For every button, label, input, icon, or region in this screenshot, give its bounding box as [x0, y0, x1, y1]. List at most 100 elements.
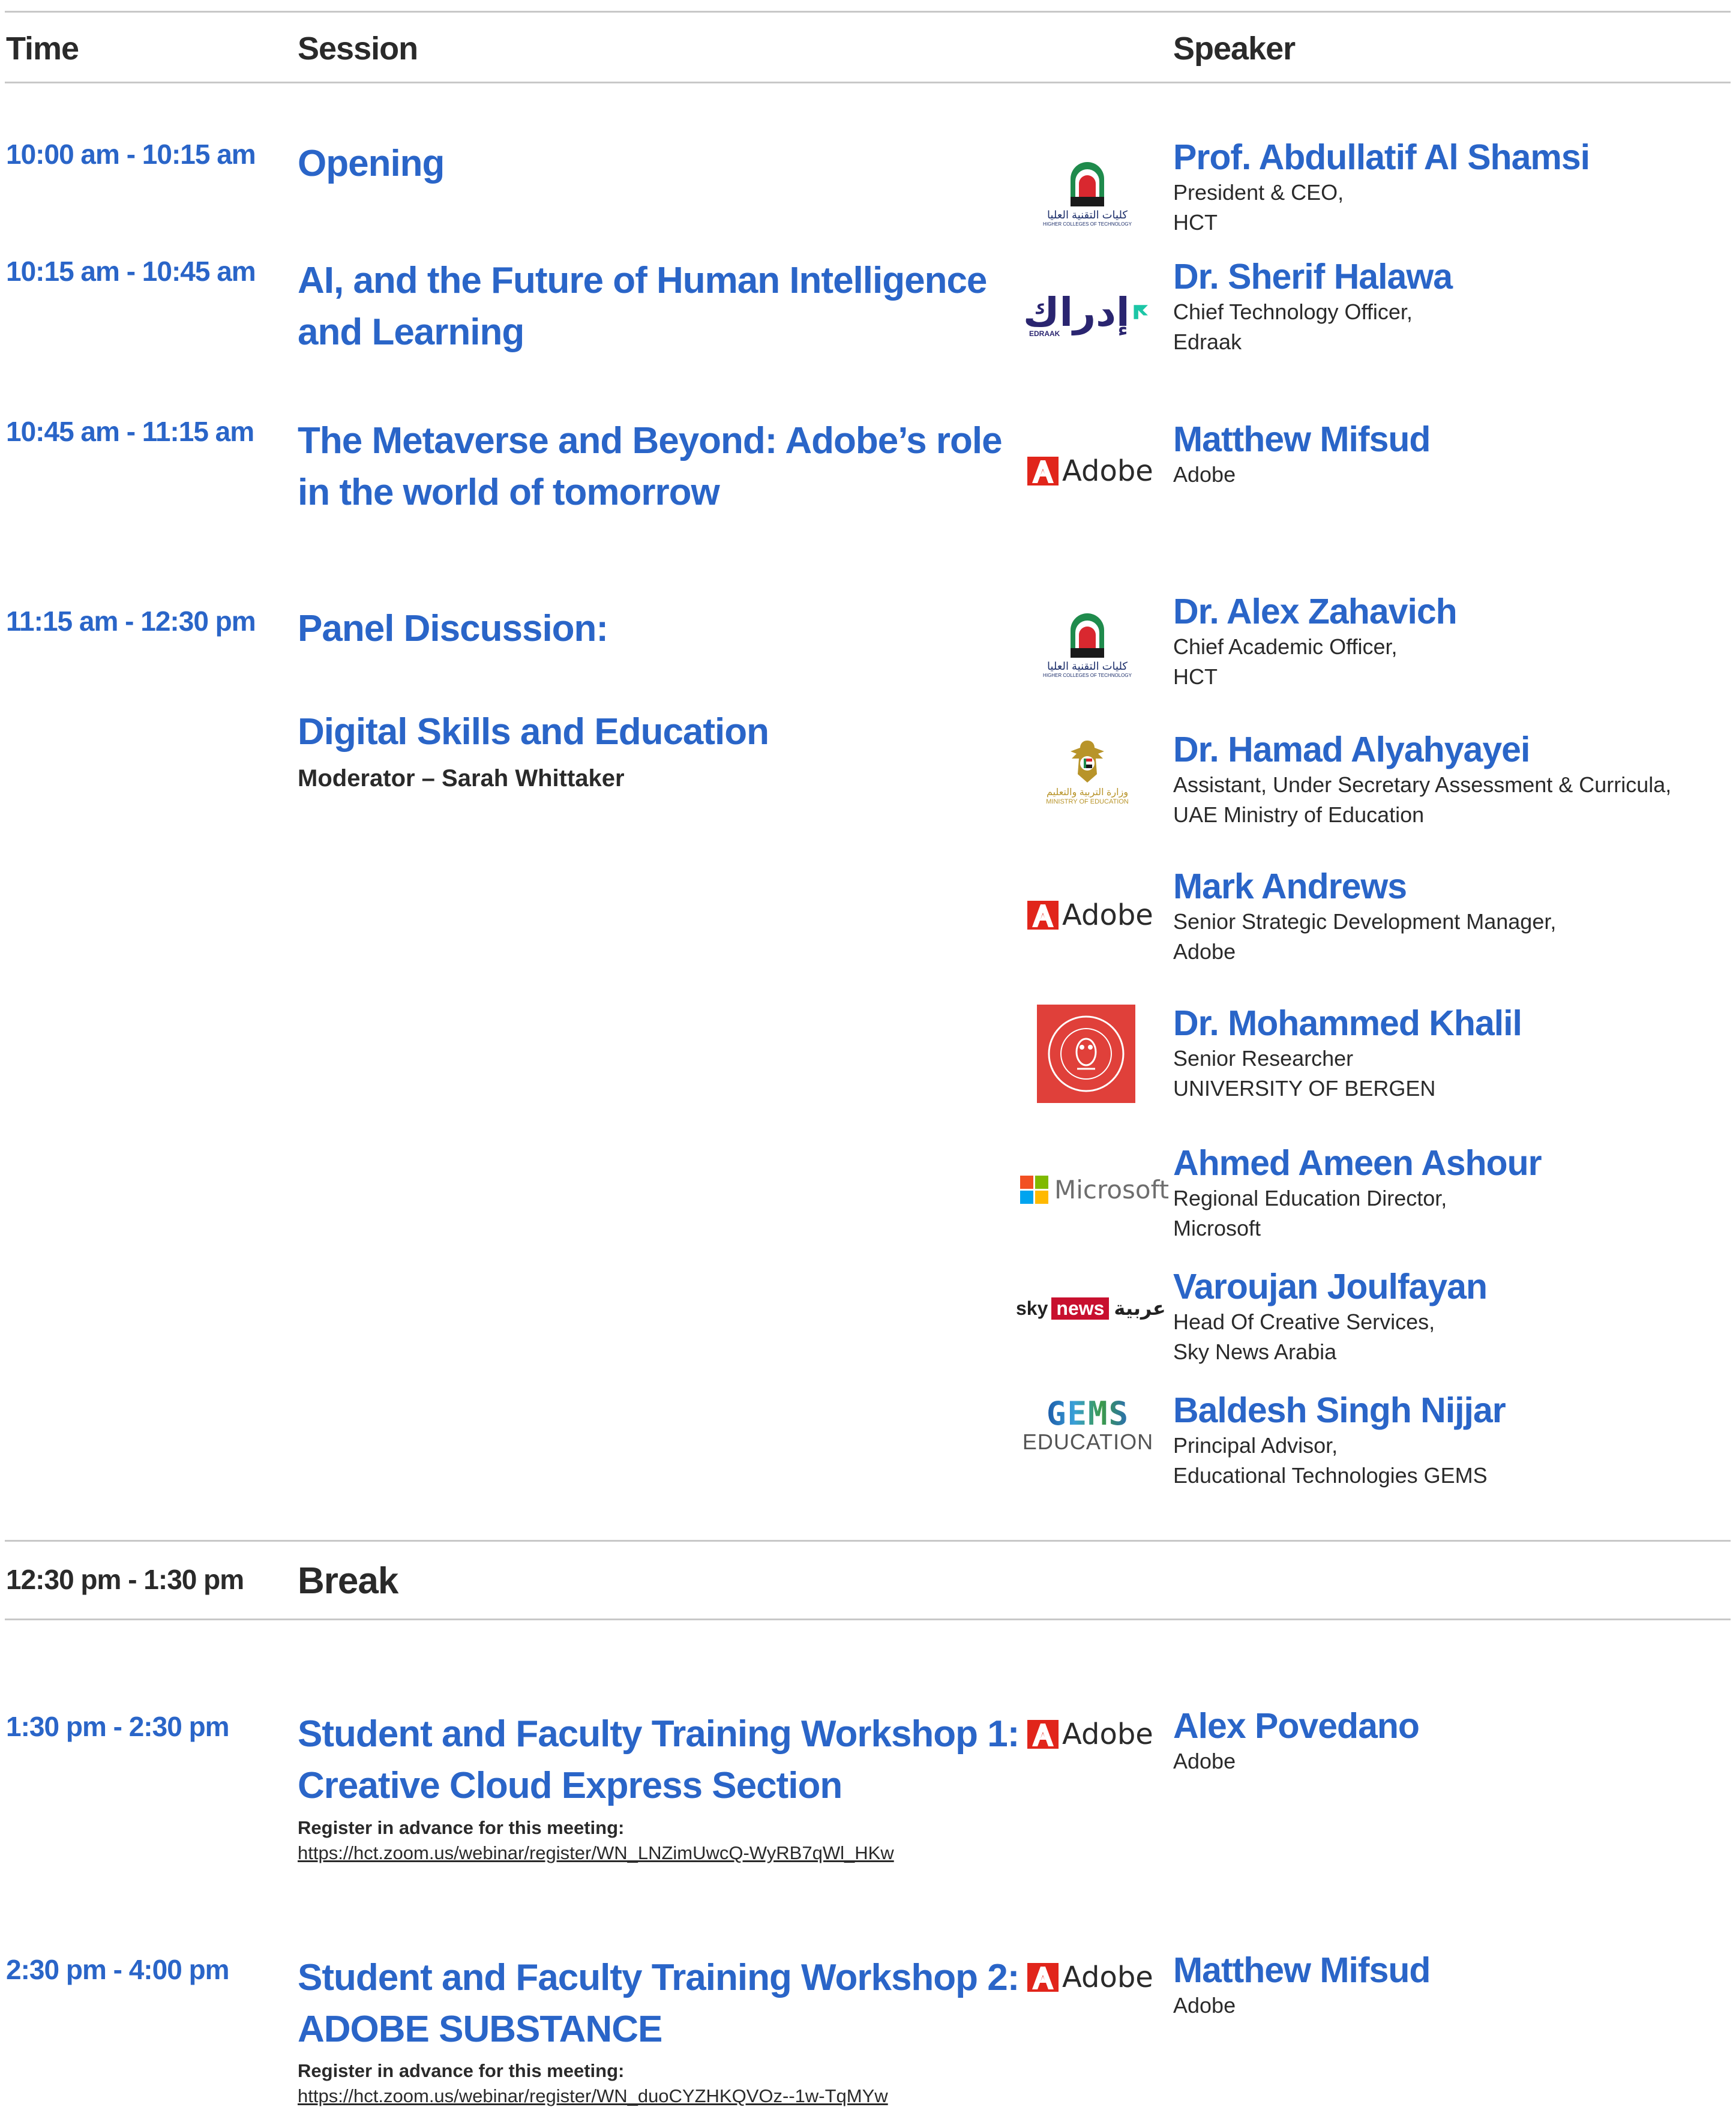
- session-title: Break: [298, 1560, 398, 1602]
- session-time: 11:15 am - 12:30 pm: [6, 606, 256, 637]
- speaker-name: Dr. Alex Zahavich: [1173, 592, 1458, 631]
- speaker-name: Dr. Hamad Alyahyayei: [1173, 730, 1530, 769]
- register-label: Register in advance for this meeting:: [298, 1817, 625, 1838]
- session-time: 2:30 pm - 4:00 pm: [6, 1954, 230, 1985]
- microsoft-logo-word: Microsoft: [1054, 1174, 1170, 1204]
- speaker-name: Prof. Abdullatif Al Shamsi: [1173, 137, 1590, 177]
- session-title-line: Creative Cloud Express Section: [298, 1765, 842, 1806]
- header-rule: [5, 82, 1731, 83]
- skynews-logo: sky news عربية: [1016, 1293, 1166, 1323]
- microsoft-windows-icon: [1020, 1175, 1048, 1204]
- speaker-entry: Varoujan Joulfayan Head Of Creative Serv…: [1173, 1266, 1488, 1367]
- speaker-name: Dr. Mohammed Khalil: [1173, 1003, 1522, 1043]
- session-title-line: ADOBE SUBSTANCE: [298, 2009, 662, 2050]
- edraak-logo: إدراك EDRAAK: [1023, 285, 1149, 339]
- speaker-role-line: Adobe: [1173, 462, 1236, 487]
- speaker-entry: Dr. Alex Zahavich Chief Academic Officer…: [1173, 591, 1458, 692]
- hct-emblem-icon: [1071, 162, 1104, 206]
- hct-logo: كليات التقنية العليا HIGHER COLLEGES OF …: [1036, 161, 1138, 227]
- break-top-rule: [5, 1540, 1731, 1542]
- speaker-name: Varoujan Joulfayan: [1173, 1267, 1488, 1306]
- speaker-role-line: President & CEO,: [1173, 180, 1344, 205]
- speaker-role-line: Principal Advisor,: [1173, 1433, 1338, 1458]
- speaker-role-line: Adobe: [1173, 1749, 1236, 1773]
- session-title-line: The Metaverse and Beyond: Adobe’s role: [298, 420, 1003, 461]
- session-title-line: Student and Faculty Training Workshop 1:: [298, 1713, 1020, 1755]
- column-header-time: Time: [6, 31, 79, 67]
- hct-emblem-icon: [1071, 613, 1104, 658]
- speaker-entry: Mark Andrews Senior Strategic Developmen…: [1173, 866, 1556, 967]
- adobe-logo: Adobe: [1027, 897, 1153, 933]
- bergen-logo: [1037, 1005, 1135, 1103]
- speaker-name: Matthew Mifsud: [1173, 1950, 1431, 1990]
- speaker-entry: Matthew Mifsud Adobe: [1173, 1950, 1431, 2021]
- session-title-line: and Learning: [298, 311, 524, 353]
- adobe-logo: Adobe: [1027, 453, 1153, 489]
- skynews-logo-sky: sky: [1016, 1297, 1048, 1319]
- session-title: Panel Discussion:: [298, 608, 608, 649]
- session-title-line: Student and Faculty Training Workshop 2:: [298, 1957, 1020, 1998]
- register-link[interactable]: https://hct.zoom.us/webinar/register/WN_…: [298, 1842, 894, 1864]
- speaker-role-line: HCT: [1173, 210, 1218, 235]
- break-bottom-rule: [5, 1619, 1731, 1620]
- adobe-logo: Adobe: [1027, 1716, 1153, 1752]
- session-subtitle: Digital Skills and Education: [298, 711, 769, 753]
- gems-logo-word: GEMS: [1046, 1395, 1130, 1432]
- hct-logo-text-ar: كليات التقنية العليا: [1047, 660, 1128, 672]
- speaker-name: Baldesh Singh Nijjar: [1173, 1390, 1506, 1430]
- speaker-role-line: Assistant, Under Secretary Assessment & …: [1173, 772, 1672, 797]
- adobe-logo: Adobe: [1027, 1959, 1153, 1995]
- microsoft-logo: Microsoft: [1020, 1171, 1169, 1207]
- speaker-name: Matthew Mifsud: [1173, 419, 1431, 459]
- top-rule: [5, 11, 1731, 13]
- hct-logo-text-ar: كليات التقنية العليا: [1047, 209, 1128, 221]
- speaker-role-line: Senior Strategic Development Manager,: [1173, 909, 1557, 934]
- session-moderator: Moderator – Sarah Whittaker: [298, 765, 625, 792]
- session-time: 10:15 am - 10:45 am: [6, 256, 256, 287]
- speaker-role-line: UAE Ministry of Education: [1173, 802, 1425, 827]
- register-link[interactable]: https://hct.zoom.us/webinar/register/WN_…: [298, 2085, 888, 2107]
- speaker-role-line: Chief Academic Officer,: [1173, 634, 1398, 659]
- speaker-role-line: Microsoft: [1173, 1216, 1261, 1240]
- speaker-role-line: Chief Technology Officer,: [1173, 299, 1413, 324]
- session-time: 10:45 am - 11:15 am: [6, 416, 254, 447]
- session-title-line: in the world of tomorrow: [298, 472, 720, 513]
- uae-falcon-emblem-icon: [1071, 741, 1104, 783]
- speaker-name: Dr. Sherif Halawa: [1173, 257, 1453, 296]
- moe-logo: وزارة التربية والتعليم MINISTRY OF EDUCA…: [1027, 738, 1147, 805]
- edraak-logo-text-en: EDRAAK: [1029, 329, 1060, 338]
- register-label: Register in advance for this meeting:: [298, 2060, 625, 2081]
- speaker-role-line: Adobe: [1173, 1993, 1236, 2018]
- session-title-line: AI, and the Future of Human Intelligence: [298, 260, 987, 301]
- adobe-a-icon: [1027, 1963, 1059, 1992]
- hct-logo-text-en: HIGHER COLLEGES OF TECHNOLOGY: [1043, 673, 1132, 678]
- speaker-name: Ahmed Ameen Ashour: [1173, 1143, 1542, 1183]
- adobe-a-icon: [1027, 1720, 1059, 1749]
- speaker-role-line: HCT: [1173, 664, 1218, 689]
- speaker-role-line: Sky News Arabia: [1173, 1339, 1337, 1364]
- speaker-name: Alex Povedano: [1173, 1706, 1420, 1746]
- session-title: The Metaverse and Beyond: Adobe’s role i…: [298, 415, 1003, 518]
- speaker-role-line: UNIVERSITY OF BERGEN: [1173, 1076, 1436, 1101]
- speaker-role-line: Regional Education Director,: [1173, 1186, 1447, 1210]
- gems-logo: GEMS EDUCATION: [1022, 1398, 1154, 1455]
- speaker-role-line: Educational Technologies GEMS: [1173, 1463, 1488, 1488]
- speaker-role-line: Adobe: [1173, 939, 1236, 964]
- adobe-logo-word: Adobe: [1062, 898, 1153, 932]
- speaker-entry: Prof. Abdullatif Al Shamsi President & C…: [1173, 137, 1590, 238]
- adobe-logo-word: Adobe: [1062, 454, 1153, 488]
- session-time: 1:30 pm - 2:30 pm: [6, 1711, 230, 1742]
- session-time: 12:30 pm - 1:30 pm: [6, 1564, 244, 1595]
- speaker-entry: Alex Povedano Adobe: [1173, 1706, 1420, 1776]
- session-title: AI, and the Future of Human Intelligence…: [298, 255, 987, 358]
- speaker-entry: Dr. Mohammed Khalil Senior Researcher UN…: [1173, 1003, 1522, 1104]
- speaker-entry: Dr. Sherif Halawa Chief Technology Offic…: [1173, 256, 1453, 357]
- hct-logo: كليات التقنية العليا HIGHER COLLEGES OF …: [1036, 612, 1138, 678]
- skynews-logo-ar: عربية: [1114, 1297, 1166, 1319]
- speaker-entry: Dr. Hamad Alyahyayei Assistant, Under Se…: [1173, 729, 1671, 830]
- session-time: 10:00 am - 10:15 am: [6, 139, 256, 170]
- session-title: Opening: [298, 143, 445, 184]
- hct-logo-text-en: HIGHER COLLEGES OF TECHNOLOGY: [1043, 221, 1132, 227]
- gems-logo-sub: EDUCATION: [1022, 1429, 1154, 1454]
- adobe-a-icon: [1027, 901, 1059, 930]
